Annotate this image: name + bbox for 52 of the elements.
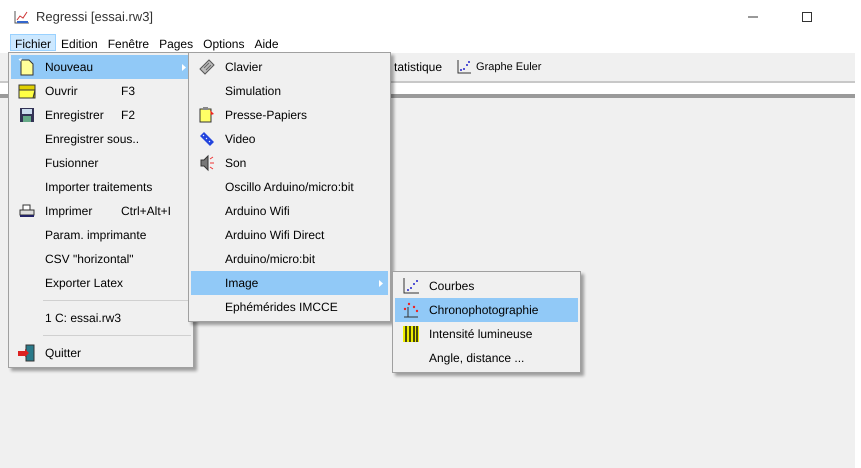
menu-item[interactable]: Aide — [249, 34, 284, 51]
submenu-arrow-icon — [379, 280, 383, 286]
menu-item[interactable]: Imprimer Ctrl+Alt+I — [11, 199, 191, 223]
intensity-stripes-icon — [402, 325, 420, 343]
menu-item[interactable]: CSV "horizontal" — [11, 247, 191, 271]
exit-door-icon — [17, 343, 37, 363]
menu-item[interactable]: Arduino Wifi Direct — [191, 223, 388, 247]
menu-item[interactable]: Ouvrir F3 — [11, 79, 191, 103]
window-title: Regressi [essai.rw3] — [36, 8, 154, 26]
menu-item[interactable]: Importer traitements — [11, 175, 191, 199]
menu-item[interactable]: Courbes — [395, 274, 578, 298]
folder-icon — [18, 83, 36, 99]
menu-item[interactable]: Clavier — [191, 55, 388, 79]
menu-item[interactable]: Arduino/micro:bit — [191, 247, 388, 271]
maximize-icon[interactable] — [801, 11, 813, 23]
menu-item[interactable]: Angle, distance ... — [395, 346, 578, 370]
clipboard-icon — [198, 106, 216, 124]
menu-item[interactable]: Image — [191, 271, 388, 295]
printer-icon — [19, 203, 35, 219]
scatter-chart-icon — [456, 59, 472, 75]
menu-item[interactable]: Options — [198, 34, 250, 51]
scatter-chart-icon — [402, 277, 420, 295]
menu-item[interactable]: Fusionner — [11, 151, 191, 175]
menu-item[interactable]: Enregistrer F2 — [11, 103, 191, 127]
menu-item[interactable]: Oscillo Arduino/micro:bit — [191, 175, 388, 199]
menu-item[interactable]: Exporter Latex — [11, 271, 191, 295]
film-strip-icon — [198, 130, 216, 148]
menu-item[interactable]: Arduino Wifi — [191, 199, 388, 223]
menu-item[interactable]: Ephémérides IMCCE — [191, 295, 388, 319]
menu-item[interactable]: Video — [191, 127, 388, 151]
menu-item[interactable]: Chronophotographie — [395, 298, 578, 322]
menu-item[interactable]: Pages — [154, 34, 198, 51]
toolbar-button[interactable]: Graphe Euler — [456, 58, 542, 76]
chronophotography-icon — [402, 301, 420, 319]
submenu-arrow-icon — [182, 64, 186, 70]
menu-item[interactable]: Param. imprimante — [11, 223, 191, 247]
page-icon — [18, 58, 36, 76]
menu-item[interactable]: Simulation — [191, 79, 388, 103]
menu-item[interactable]: Quitter — [11, 341, 191, 365]
menu-item[interactable]: Son — [191, 151, 388, 175]
menu-item[interactable]: Fichier — [10, 34, 56, 51]
menu-item[interactable]: Nouveau — [11, 55, 191, 79]
menu-item[interactable]: Presse-Papiers — [191, 103, 388, 127]
menu-item[interactable]: Fenêtre — [102, 34, 154, 51]
app-icon — [14, 10, 30, 24]
menu-item[interactable]: Enregistrer sous.. — [11, 127, 191, 151]
menu-item[interactable]: 1 C: essai.rw3 — [11, 306, 191, 330]
toolbar-button[interactable]: tatistique — [394, 58, 442, 76]
keyboard-icon — [198, 58, 216, 76]
menu-item[interactable]: Edition — [56, 34, 103, 51]
speaker-icon — [198, 154, 216, 172]
menu-item[interactable]: Intensité lumineuse — [395, 322, 578, 346]
